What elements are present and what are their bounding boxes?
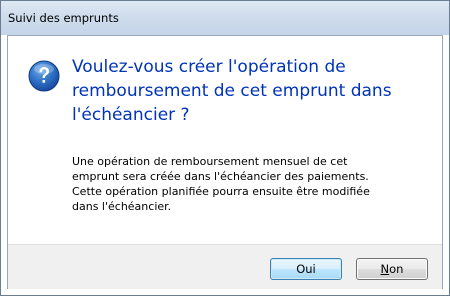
- no-button-label-rest: on: [389, 262, 404, 276]
- message-line: Une opération de remboursement mensuel d…: [72, 155, 348, 168]
- no-button-mnemonic: N: [380, 262, 390, 276]
- no-button-label: Non: [381, 262, 404, 276]
- dialog-content: Voulez-vous créer l'opération de rembour…: [8, 36, 442, 244]
- dialog-frame: Voulez-vous créer l'opération de rembour…: [7, 35, 443, 289]
- message-line: dans l'échéancier.: [72, 200, 172, 213]
- no-button[interactable]: Non: [356, 258, 428, 280]
- dialog-window: Suivi des emprunts Voulez-vous créer l'o…: [0, 0, 450, 296]
- message-line: Cette opération planifiée pourra ensuite…: [72, 185, 370, 198]
- button-bar: Oui Non: [8, 244, 442, 289]
- yes-button-label: Oui: [296, 262, 316, 276]
- window-title: Suivi des emprunts: [8, 11, 119, 25]
- yes-button[interactable]: Oui: [270, 258, 342, 280]
- title-bar[interactable]: Suivi des emprunts: [1, 1, 449, 35]
- message-line: emprunt sera créée dans l'échéancier des…: [72, 170, 369, 183]
- question-icon: [28, 60, 60, 92]
- dialog-message: Une opération de remboursement mensuel d…: [72, 154, 434, 214]
- dialog-heading: Voulez-vous créer l'opération de rembour…: [72, 57, 392, 125]
